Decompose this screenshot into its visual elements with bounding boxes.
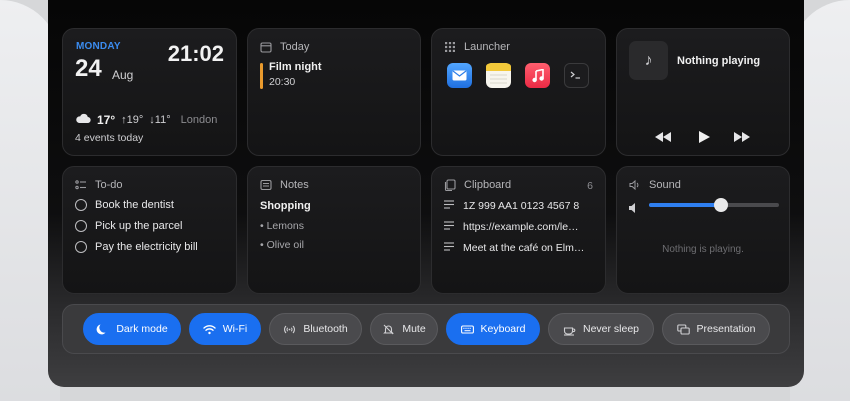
sound-header: Sound [629,179,681,191]
launcher-title: Launcher [464,41,510,53]
toggle-label: Wi-Fi [222,323,248,335]
launcher-widget: Launcher [431,28,606,156]
event-color-bar [260,63,263,89]
todo-item[interactable]: Book the dentist [75,199,174,211]
keyboard-toggle[interactable]: Keyboard [446,313,540,345]
date-month: Aug [112,68,134,82]
now-playing-status: Nothing playing [677,55,761,67]
todo-widget: To-do Book the dentist Pick up the parce… [62,166,237,294]
volume-low-icon [629,200,637,218]
todo-item[interactable]: Pick up the parcel [75,220,182,232]
clipboard-title: Clipboard [464,179,512,191]
clipboard-text: 1Z 999 AA1 0123 4567 8 [463,200,580,212]
mute-bell-icon [382,323,395,336]
note-icon [260,179,272,191]
clipboard-text: Meet at the café on Elm… [463,242,585,254]
todo-label: Pay the electricity bill [95,241,198,253]
toggle-label: Mute [402,323,426,335]
terminal-app-icon[interactable] [564,63,589,88]
weekday-label: MONDAY [76,41,121,52]
rewind-icon[interactable] [653,129,673,145]
toggle-label: Never sleep [582,323,640,335]
events-count: 4 events today [75,132,144,144]
fast-forward-icon[interactable] [732,129,752,145]
sound-widget: Sound Nothing is playing. [616,166,790,294]
moon-icon [96,323,109,336]
todo-label: Pick up the parcel [95,220,183,232]
today-title: Today [280,41,310,53]
volume-knob[interactable] [713,198,728,212]
clipboard-icon [444,179,456,191]
bluetooth-toggle[interactable]: Bluetooth [269,313,362,345]
weather-temp: 17° [97,113,116,127]
notes-title: Notes [280,179,309,191]
todo-item[interactable]: Pay the electricity bill [75,241,198,253]
toggle-label: Presentation [696,323,756,335]
grid-icon [444,41,456,53]
play-icon[interactable] [694,129,714,145]
notes-header: Notes [260,179,309,191]
event-time: 20:30 [269,76,296,88]
antenna-icon [283,323,296,336]
weather-low: ↓11° [149,114,171,126]
windows-icon [676,323,690,336]
coffee-cup-icon [563,323,576,336]
launcher-header: Launcher [444,41,510,53]
todo-label: Book the dentist [95,199,174,211]
clipboard-count: 6 [587,180,593,192]
volume-fill [649,203,721,207]
keyboard-icon [460,323,474,336]
speaker-icon [629,179,641,191]
text-lines-icon [444,242,454,254]
checkbox[interactable] [75,220,87,232]
toggle-label: Dark mode [116,323,168,335]
checkbox[interactable] [75,241,87,253]
dark-mode-toggle[interactable]: Dark mode [83,313,181,345]
control-panel: MONDAY 24 Aug 21:02 17° ↑19° ↓11° London… [48,0,804,387]
weather-high: ↑19° [121,114,144,126]
checklist-icon [75,179,87,191]
note-item: • Lemons [260,220,304,232]
music-app-icon[interactable] [525,63,550,88]
volume-slider[interactable] [649,198,779,212]
toggle-label: Bluetooth [303,323,348,335]
now-playing-widget: ♪ Nothing playing [616,28,790,156]
notes-app-icon[interactable] [486,63,511,88]
clipboard-header: Clipboard [444,179,511,191]
date-number: 24 [75,55,102,82]
clipboard-item[interactable]: 1Z 999 AA1 0123 4567 8 [444,200,594,212]
toggle-label: Keyboard [480,323,526,335]
today-header: Today [260,41,309,53]
clipboard-item[interactable]: https://example.com/le… [444,221,594,233]
mute-toggle[interactable]: Mute [370,313,438,345]
presentation-toggle[interactable]: Presentation [662,313,770,345]
wifi-icon [203,323,216,336]
text-lines-icon [444,221,454,233]
todo-title: To-do [95,179,123,191]
music-note-icon: ♪ [629,41,668,80]
sound-title: Sound [649,179,681,191]
text-lines-icon [444,200,454,212]
sound-empty-message: Nothing is playing. [662,244,744,255]
event-title: Film night [269,61,322,73]
never-sleep-toggle[interactable]: Never sleep [548,313,654,345]
today-widget[interactable]: Today Film night 20:30 [247,28,421,156]
mail-app-icon[interactable] [447,63,472,88]
quick-toggles: Dark mode Wi-Fi Bluetooth Mute Keyboard … [62,304,790,354]
cloud-icon [75,113,91,127]
weather-city: London [180,114,218,126]
clipboard-item[interactable]: Meet at the café on Elm… [444,242,594,254]
notes-widget[interactable]: Notes Shopping • Lemons • Olive oil [247,166,421,294]
clipboard-widget: Clipboard 6 1Z 999 AA1 0123 4567 8 https… [431,166,606,294]
wifi-toggle[interactable]: Wi-Fi [189,313,261,345]
note-heading: Shopping [260,200,311,212]
checkbox[interactable] [75,199,87,211]
note-item: • Olive oil [260,239,304,251]
weather-row: 17° ↑19° ↓11° London [75,113,217,127]
clock-widget[interactable]: MONDAY 24 Aug 21:02 17° ↑19° ↓11° London… [62,28,237,156]
clipboard-text: https://example.com/le… [463,221,579,233]
todo-header: To-do [75,179,123,191]
clock-time: 21:02 [167,41,224,66]
calendar-icon [260,41,272,53]
